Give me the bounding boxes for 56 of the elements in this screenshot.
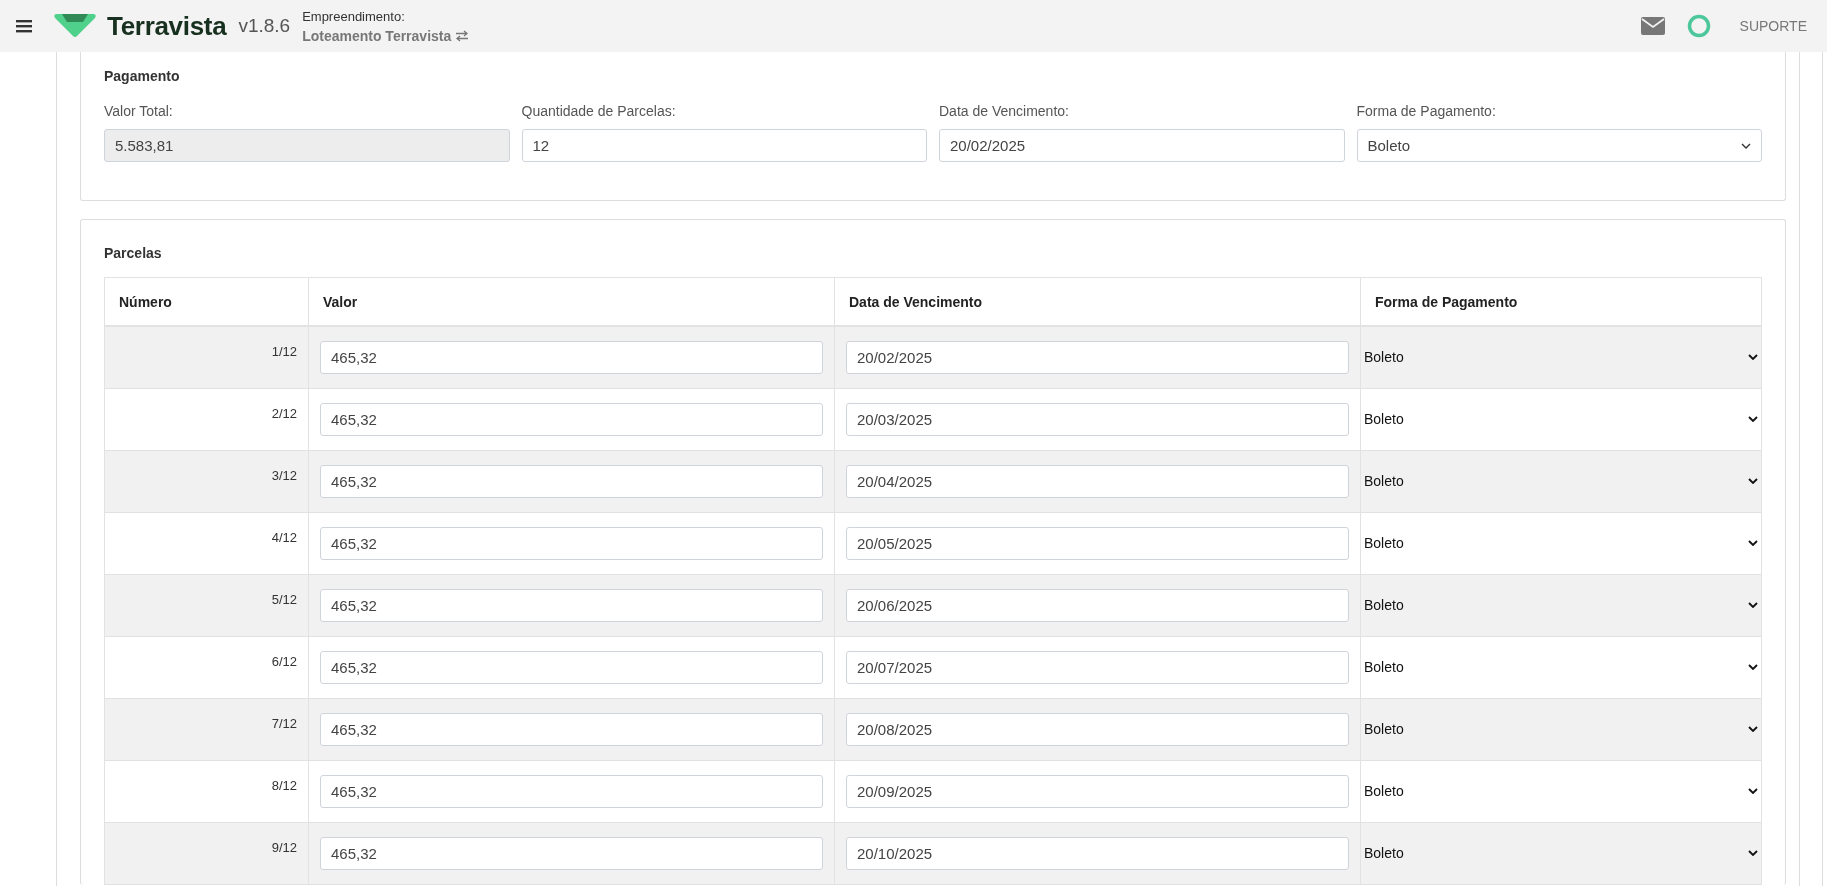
installment-number: 6/12	[104, 636, 309, 698]
date-field[interactable]: 20/03/2025	[846, 402, 1349, 436]
value-field[interactable]: 465,32	[320, 588, 823, 622]
date-field[interactable]: 20/10/2025	[846, 836, 1349, 870]
field-label: Data de Vencimento:	[939, 103, 1070, 119]
date-field[interactable]: 20/04/2025	[846, 464, 1349, 498]
value-field[interactable]: 465,32	[320, 774, 823, 808]
date-field[interactable]: 20/06/2025	[846, 588, 1349, 622]
date-field[interactable]: 20/09/2025	[846, 774, 1349, 808]
select-field[interactable]: Boleto	[1356, 129, 1762, 162]
installment-number: 2/12	[104, 388, 309, 450]
caret-icon	[1748, 416, 1758, 422]
menu-icon[interactable]	[16, 19, 32, 33]
value-field[interactable]: 465,32	[320, 836, 823, 870]
installment-number: 7/12	[104, 698, 309, 760]
caret-icon	[1748, 478, 1758, 484]
field-label: Quantidade de Parcelas:	[521, 103, 677, 119]
installment-number: 9/12	[104, 822, 309, 884]
caret-icon	[1748, 664, 1758, 670]
field-label: Valor Total:	[104, 103, 174, 119]
date-field[interactable]: 20/08/2025	[846, 712, 1349, 746]
caret-icon	[1748, 788, 1758, 794]
app-version: v1.8.6	[238, 15, 291, 37]
project-name[interactable]: Loteamento Terravista	[302, 27, 452, 44]
field-label: Forma de Pagamento:	[1356, 103, 1497, 119]
section-title: Pagamento	[104, 67, 181, 84]
caret-icon	[1748, 602, 1758, 608]
value-field[interactable]: 465,32	[320, 464, 823, 498]
value-field[interactable]: 465,32	[320, 402, 823, 436]
date-field[interactable]: 20/07/2025	[846, 650, 1349, 684]
value-field[interactable]: 465,32	[320, 526, 823, 560]
swap-icon[interactable]	[455, 29, 470, 42]
project-label: Empreendimento:	[302, 8, 406, 24]
caret-icon	[1748, 850, 1758, 856]
installment-number: 5/12	[104, 574, 309, 636]
date-field[interactable]: 20/05/2025	[846, 526, 1349, 560]
logo-icon	[53, 14, 97, 38]
caret-icon	[1748, 354, 1758, 361]
input-field[interactable]: 20/02/2025	[939, 129, 1345, 162]
input-field[interactable]: 12	[521, 129, 927, 162]
section-title: Parcelas	[104, 244, 163, 263]
value-field[interactable]: 465,32	[320, 650, 823, 684]
value-field[interactable]: 465,32	[320, 340, 823, 374]
caret-icon	[1741, 142, 1751, 149]
support-link[interactable]: SUPORTE	[1739, 18, 1807, 34]
caret-icon	[1748, 726, 1758, 732]
app-name: Terravista	[107, 10, 227, 42]
installment-number: 8/12	[104, 760, 309, 822]
value-field[interactable]: 465,32	[320, 712, 823, 746]
installment-number: 1/12	[104, 326, 309, 388]
installment-number: 4/12	[104, 512, 309, 574]
mail-icon[interactable]	[1640, 17, 1665, 35]
caret-icon	[1748, 540, 1758, 546]
status-ring-icon	[1686, 14, 1711, 38]
date-field[interactable]: 20/02/2025	[846, 340, 1349, 374]
installment-number: 3/12	[104, 450, 309, 512]
